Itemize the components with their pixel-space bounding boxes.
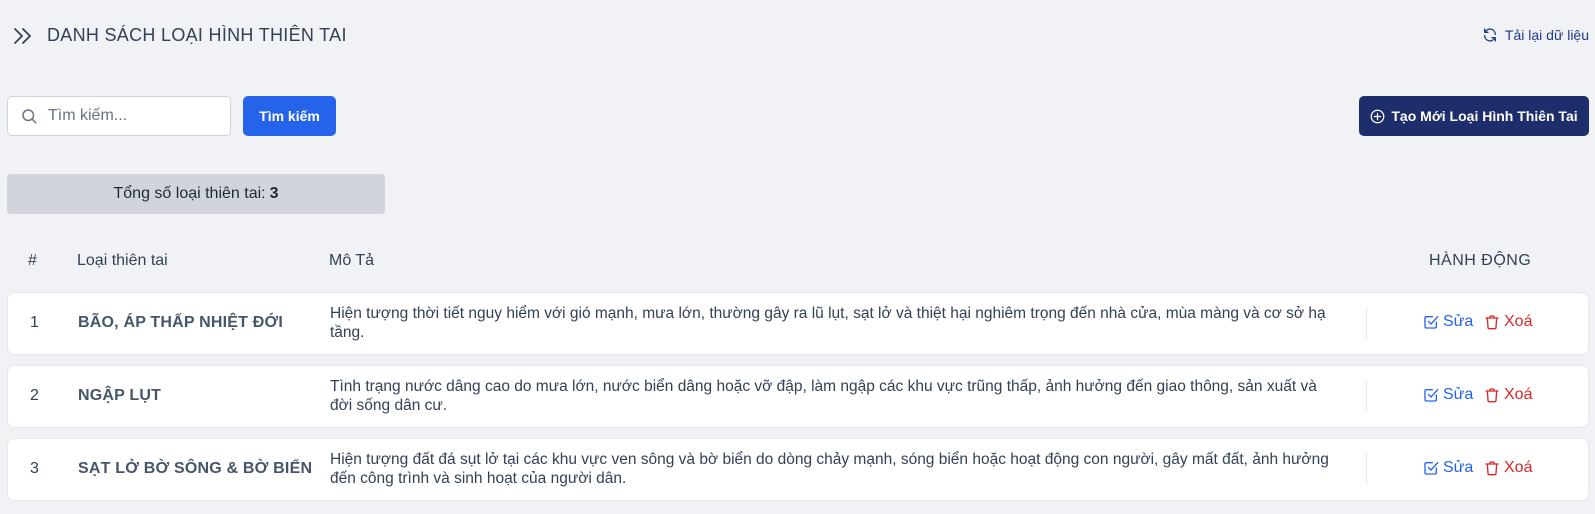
edit-button[interactable]: Sửa bbox=[1423, 313, 1473, 331]
divider bbox=[1366, 380, 1367, 412]
table-row: 1 BÃO, ÁP THẤP NHIỆT ĐỚI Hiện tượng thời… bbox=[7, 292, 1589, 355]
total-count-value: 3 bbox=[269, 185, 279, 202]
refresh-icon bbox=[1483, 28, 1496, 42]
page-header: DANH SÁCH LOẠI HÌNH THIÊN TAI Tải lại dữ… bbox=[0, 0, 1595, 72]
disaster-type-name: NGẬP LỤT bbox=[78, 387, 162, 404]
row-number: 3 bbox=[30, 460, 39, 477]
divider bbox=[1366, 453, 1367, 485]
edit-label: Sửa bbox=[1443, 459, 1474, 476]
edit-label: Sửa bbox=[1443, 313, 1474, 330]
edit-check-icon bbox=[1424, 462, 1439, 475]
disaster-type-name: BÃO, ÁP THẤP NHIỆT ĐỚI bbox=[78, 314, 284, 331]
edit-label: Sửa bbox=[1443, 386, 1474, 403]
table-header: # Loại thiên tai Mô Tả HÀNH ĐỘNG bbox=[7, 250, 1589, 274]
edit-button[interactable]: Sửa bbox=[1423, 459, 1473, 477]
trash-icon bbox=[1485, 315, 1499, 330]
table-row: 3 SẠT LỞ BỜ SÔNG & BỜ BIỂN Hiện tượng đấ… bbox=[7, 438, 1589, 501]
total-count-summary: Tổng số loại thiên tai: 3 bbox=[7, 174, 385, 214]
search-field[interactable] bbox=[7, 96, 231, 136]
delete-label: Xoá bbox=[1504, 386, 1533, 403]
column-header-action: HÀNH ĐỘNG bbox=[1429, 252, 1532, 269]
search-button[interactable]: Tìm kiếm bbox=[243, 96, 336, 136]
column-header-type: Loại thiên tai bbox=[77, 252, 168, 269]
delete-label: Xoá bbox=[1504, 459, 1533, 476]
double-chevron-right-icon[interactable] bbox=[12, 26, 34, 46]
disaster-type-name: SẠT LỞ BỜ SÔNG & BỜ BIỂN bbox=[78, 460, 313, 477]
search-icon bbox=[22, 109, 37, 124]
create-button-label: Tạo Mới Loại Hình Thiên Tai bbox=[1391, 108, 1578, 124]
reload-label: Tải lại dữ liệu bbox=[1504, 27, 1589, 43]
total-count-label: Tổng số loại thiên tai: bbox=[113, 185, 266, 202]
row-number: 1 bbox=[30, 314, 39, 331]
delete-label: Xoá bbox=[1504, 313, 1533, 330]
create-disaster-type-button[interactable]: Tạo Mới Loại Hình Thiên Tai bbox=[1359, 96, 1589, 136]
delete-button[interactable]: Xoá bbox=[1484, 459, 1532, 477]
search-input[interactable] bbox=[48, 107, 218, 125]
disaster-type-description: Tình trạng nước dâng cao do mưa lớn, nướ… bbox=[330, 378, 1317, 414]
reload-data-link[interactable]: Tải lại dữ liệu bbox=[1482, 27, 1589, 43]
edit-button[interactable]: Sửa bbox=[1423, 386, 1473, 404]
column-header-description: Mô Tả bbox=[329, 252, 375, 269]
trash-icon bbox=[1485, 388, 1499, 403]
disaster-type-description: Hiện tượng đất đá sụt lở tại các khu vực… bbox=[330, 451, 1329, 487]
divider bbox=[1366, 307, 1367, 339]
column-header-number: # bbox=[28, 252, 37, 269]
delete-button[interactable]: Xoá bbox=[1484, 313, 1532, 331]
page-title: DANH SÁCH LOẠI HÌNH THIÊN TAI bbox=[47, 25, 347, 45]
row-number: 2 bbox=[30, 387, 39, 404]
trash-icon bbox=[1485, 461, 1499, 476]
table-row: 2 NGẬP LỤT Tình trạng nước dâng cao do m… bbox=[7, 365, 1589, 428]
edit-check-icon bbox=[1424, 316, 1439, 329]
delete-button[interactable]: Xoá bbox=[1484, 386, 1532, 404]
disaster-type-description: Hiện tượng thời tiết nguy hiểm với gió m… bbox=[330, 305, 1326, 341]
edit-check-icon bbox=[1424, 389, 1439, 402]
plus-circle-icon bbox=[1371, 109, 1385, 123]
